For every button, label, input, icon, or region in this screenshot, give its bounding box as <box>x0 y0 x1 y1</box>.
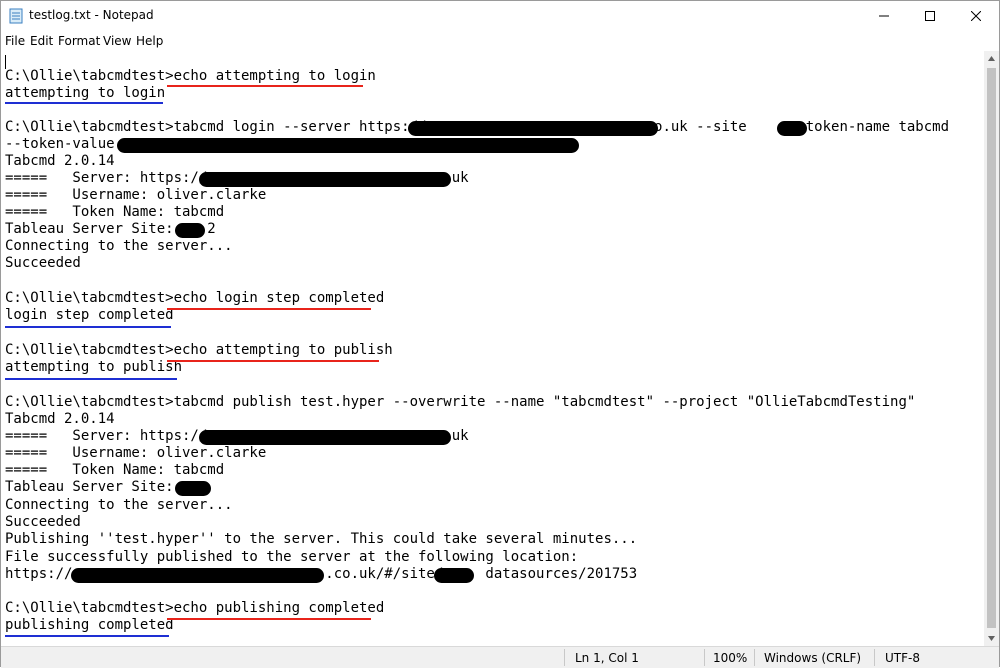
minimize-button[interactable] <box>861 1 907 31</box>
text-line: C:\Ollie\tabcmdtest>echo attempting to l… <box>5 68 376 84</box>
scroll-up-arrow-icon[interactable] <box>984 51 999 66</box>
redaction-mark <box>117 138 579 153</box>
text-line: Connecting to the server... <box>5 238 233 254</box>
text-line: attempting to publish <box>5 359 183 375</box>
blue-underline <box>5 378 177 380</box>
text-line: --token-value <box>5 136 115 152</box>
red-underline <box>167 308 371 310</box>
text-line: C:\Ollie\tabcmdtest>echo attempting to p… <box>5 342 393 358</box>
menu-bar: File Edit Format View Help <box>1 31 999 51</box>
red-underline <box>167 618 371 620</box>
minimize-icon <box>879 15 889 17</box>
blue-underline <box>5 326 171 328</box>
blue-underline <box>5 635 169 637</box>
text-line: attempting to login <box>5 85 166 101</box>
cursor-position: Ln 1, Col 1 <box>575 651 639 665</box>
close-button[interactable] <box>953 1 999 31</box>
encoding: UTF-8 <box>885 651 920 665</box>
red-underline <box>167 85 363 87</box>
status-divider <box>704 649 705 666</box>
menu-view[interactable]: View <box>103 34 131 48</box>
redaction-mark <box>408 121 658 136</box>
text-line: C:\Ollie\tabcmdtest>echo login step comp… <box>5 290 385 306</box>
redaction-mark <box>199 430 451 445</box>
status-bar: Ln 1, Col 1 100% Windows (CRLF) UTF-8 <box>1 646 999 668</box>
text-line: File successfully published to the serve… <box>5 549 579 565</box>
text-line: Succeeded <box>5 514 81 530</box>
text-line: Tableau Server Site: <box>5 479 174 495</box>
redaction-mark <box>434 568 474 583</box>
menu-format[interactable]: Format <box>58 34 100 48</box>
redaction-mark <box>199 172 451 187</box>
redaction-mark <box>175 223 205 238</box>
menu-file[interactable]: File <box>5 34 25 48</box>
window-title: testlog.txt - Notepad <box>29 8 154 22</box>
text-line: C:\Ollie\tabcmdtest>echo publishing comp… <box>5 600 385 616</box>
text-line: ===== Username: oliver.clarke <box>5 445 267 461</box>
menu-edit[interactable]: Edit <box>30 34 53 48</box>
title-bar[interactable]: testlog.txt - Notepad <box>1 1 999 31</box>
vertical-scrollbar[interactable] <box>984 51 999 646</box>
text-line: ===== Token Name: tabcmd <box>5 462 225 478</box>
scroll-down-arrow-icon[interactable] <box>984 631 999 646</box>
text-line: Publishing ''test.hyper'' to the server.… <box>5 531 638 547</box>
text-line: ===== Token Name: tabcmd <box>5 204 225 220</box>
redaction-mark <box>175 481 211 496</box>
notepad-window: testlog.txt - Notepad File Edit Format V… <box>0 0 1000 668</box>
text-line: C:\Ollie\tabcmdtest>tabcmd publish test.… <box>5 394 916 410</box>
text-line: ===== Username: oliver.clarke <box>5 187 267 203</box>
text-line: Tabcmd 2.0.14 <box>5 411 115 427</box>
text-line: login step completed <box>5 307 174 323</box>
notepad-icon <box>9 8 23 24</box>
menu-help[interactable]: Help <box>136 34 163 48</box>
status-divider <box>874 649 875 666</box>
red-underline <box>167 360 379 362</box>
text-line: Connecting to the server... <box>5 497 233 513</box>
scrollbar-thumb[interactable] <box>987 68 996 628</box>
blue-underline <box>5 102 163 104</box>
redaction-mark <box>777 121 807 136</box>
text-line: Succeeded <box>5 255 81 271</box>
text-caret <box>5 55 6 69</box>
text-line: Tabcmd 2.0.14 <box>5 153 115 169</box>
text-line: publishing completed <box>5 617 174 633</box>
status-divider <box>564 649 565 666</box>
status-divider <box>754 649 755 666</box>
zoom-level: 100% <box>713 651 748 665</box>
close-icon <box>971 11 981 21</box>
redaction-mark <box>71 568 324 583</box>
maximize-icon <box>925 11 935 21</box>
maximize-button[interactable] <box>907 1 953 31</box>
line-endings: Windows (CRLF) <box>764 651 862 665</box>
